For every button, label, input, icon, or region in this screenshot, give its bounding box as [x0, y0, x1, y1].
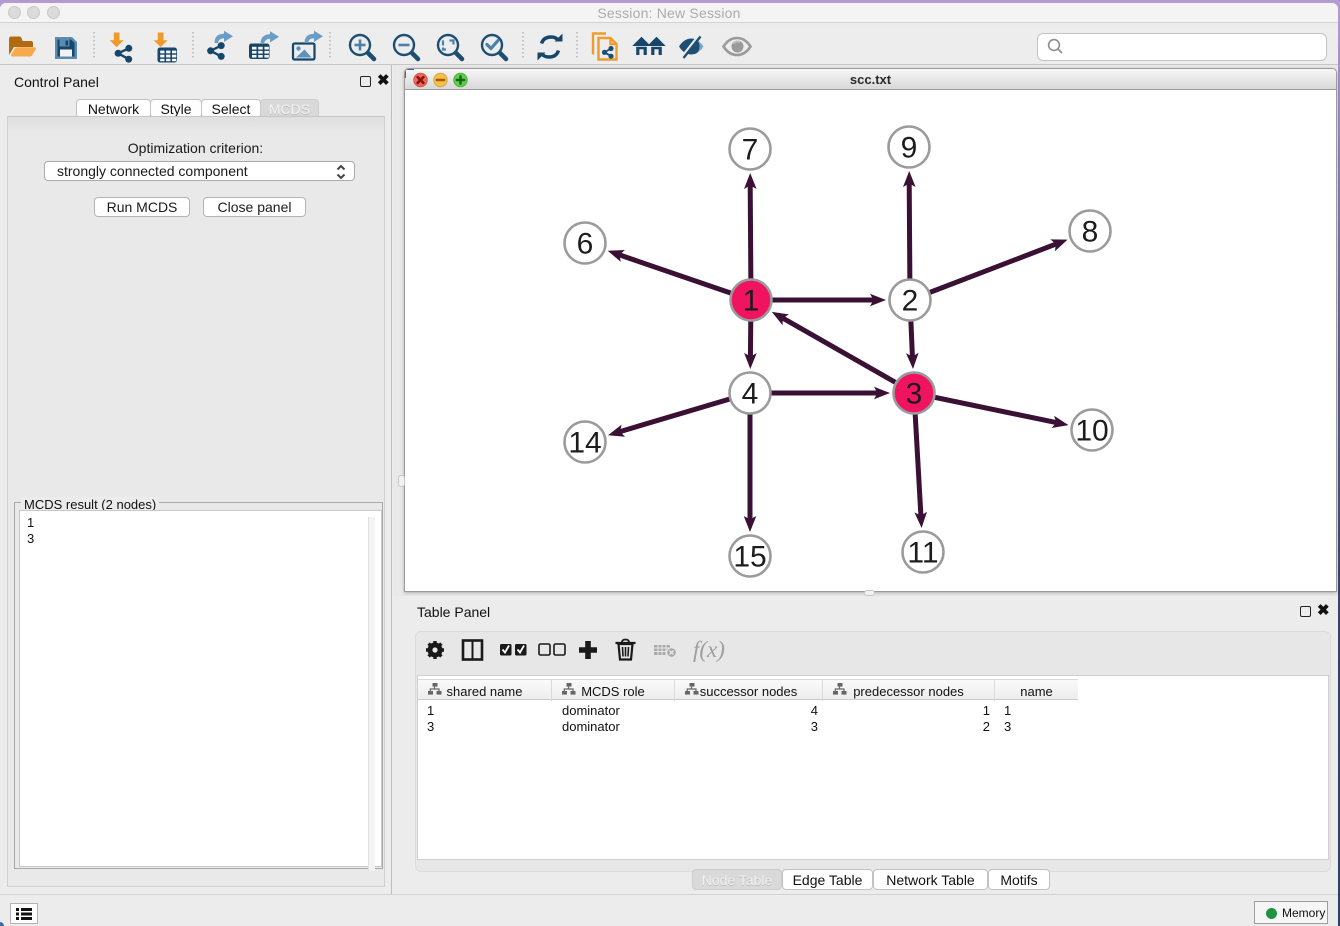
svg-text:4: 4 [742, 378, 759, 411]
svg-text:8: 8 [1082, 216, 1099, 249]
svg-text:15: 15 [733, 541, 766, 574]
svg-text:7: 7 [742, 134, 759, 167]
svg-text:9: 9 [901, 132, 918, 165]
svg-text:11: 11 [907, 537, 938, 570]
svg-text:10: 10 [1075, 415, 1108, 448]
svg-text:f(x): f(x) [693, 637, 725, 662]
svg-text:14: 14 [568, 427, 601, 460]
svg-text:6: 6 [577, 228, 594, 261]
svg-text:1: 1 [743, 285, 760, 318]
svg-text:3: 3 [906, 378, 923, 411]
svg-text:2: 2 [902, 285, 919, 318]
